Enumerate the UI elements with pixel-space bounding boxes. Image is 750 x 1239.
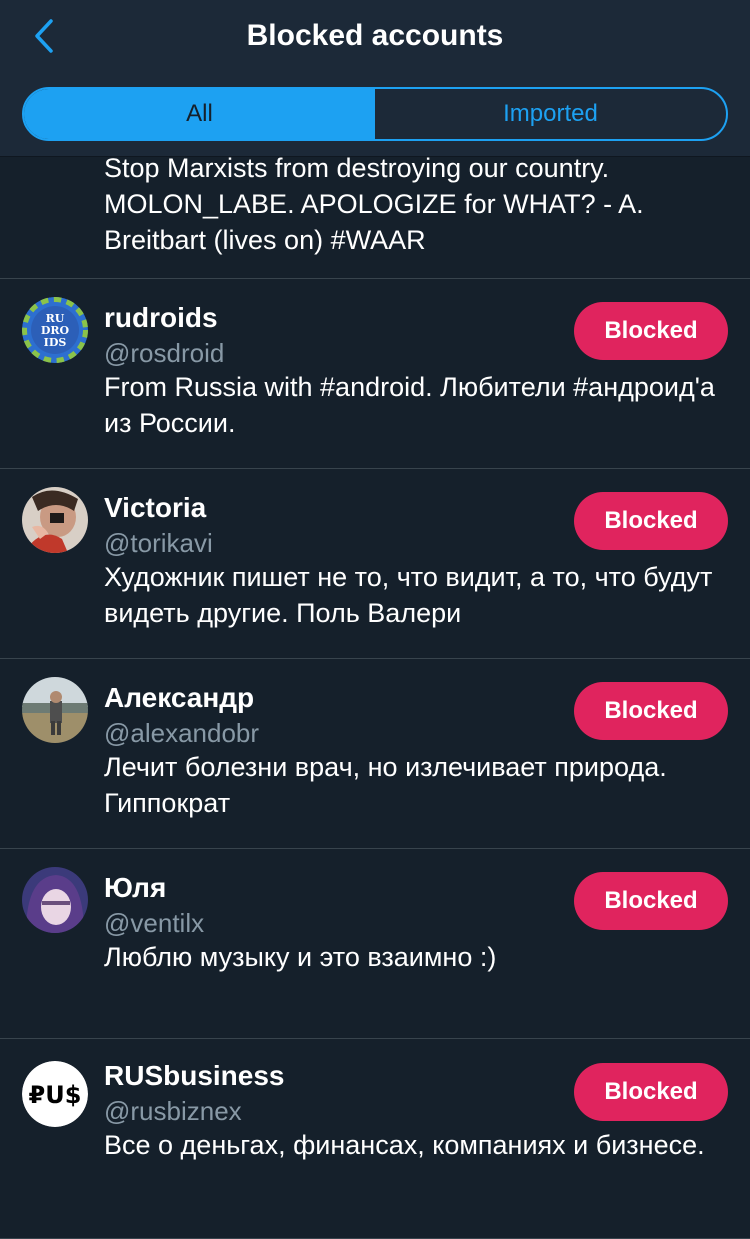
list-item[interactable]: RU DRO IDS rudroids @rosdroid From Russi… [0,279,750,469]
account-name[interactable]: rudroids [104,301,218,335]
blocked-accounts-list: Stop Marxists from destroying our countr… [0,153,750,1239]
avatar-text: IDS [44,336,67,349]
account-name[interactable]: RUSbusiness [104,1059,285,1093]
list-item[interactable]: ₽U$ RUSbusiness @rusbiznex Все о деньгах… [0,1039,750,1239]
blocked-button[interactable]: Blocked [574,492,728,550]
account-bio: Все о деньгах, финансах, компаниях и биз… [104,1130,705,1160]
blocked-button[interactable]: Blocked [574,682,728,740]
list-item[interactable]: Stop Marxists from destroying our countr… [0,153,750,279]
avatar-text: ₽U$ [29,1081,82,1109]
segmented-control: All Imported [22,87,728,141]
avatar[interactable] [22,487,88,553]
account-handle: @torikavi [104,528,213,558]
list-item[interactable]: Александр @alexandobr Лечит болезни врач… [0,659,750,849]
tab-imported[interactable]: Imported [375,89,726,139]
avatar[interactable]: ₽U$ [22,1061,88,1127]
page-title: Blocked accounts [246,19,504,52]
account-handle: @rusbiznex [104,1096,242,1126]
list-item[interactable]: Victoria @torikavi Художник пишет не то,… [0,469,750,659]
account-name[interactable]: Victoria [104,491,206,525]
blocked-button[interactable]: Blocked [574,872,728,930]
avatar[interactable] [22,677,88,743]
blocked-button[interactable]: Blocked [574,302,728,360]
account-handle: @ventilx [104,908,205,938]
avatar[interactable] [22,867,88,933]
navigation-header: Blocked accounts All Imported [0,0,750,157]
list-item[interactable]: Юля @ventilx Люблю музыку и это взаимно … [0,849,750,1039]
tab-all[interactable]: All [24,89,375,139]
account-bio: Stop Marxists from destroying our countr… [104,153,644,255]
account-bio: Художник пишет не то, что видит, а то, ч… [104,562,713,628]
account-name[interactable]: Юля [104,871,166,905]
account-bio: Лечит болезни врач, но излечивает природ… [104,752,667,818]
account-handle: @rosdroid [104,338,225,368]
account-bio: Люблю музыку и это взаимно :) [104,942,497,972]
account-name[interactable]: Александр [104,681,254,715]
account-bio: From Russia with #android. Любители #анд… [104,372,715,438]
blocked-button[interactable]: Blocked [574,1063,728,1121]
account-handle: @alexandobr [104,718,260,748]
avatar[interactable]: RU DRO IDS [22,297,88,363]
